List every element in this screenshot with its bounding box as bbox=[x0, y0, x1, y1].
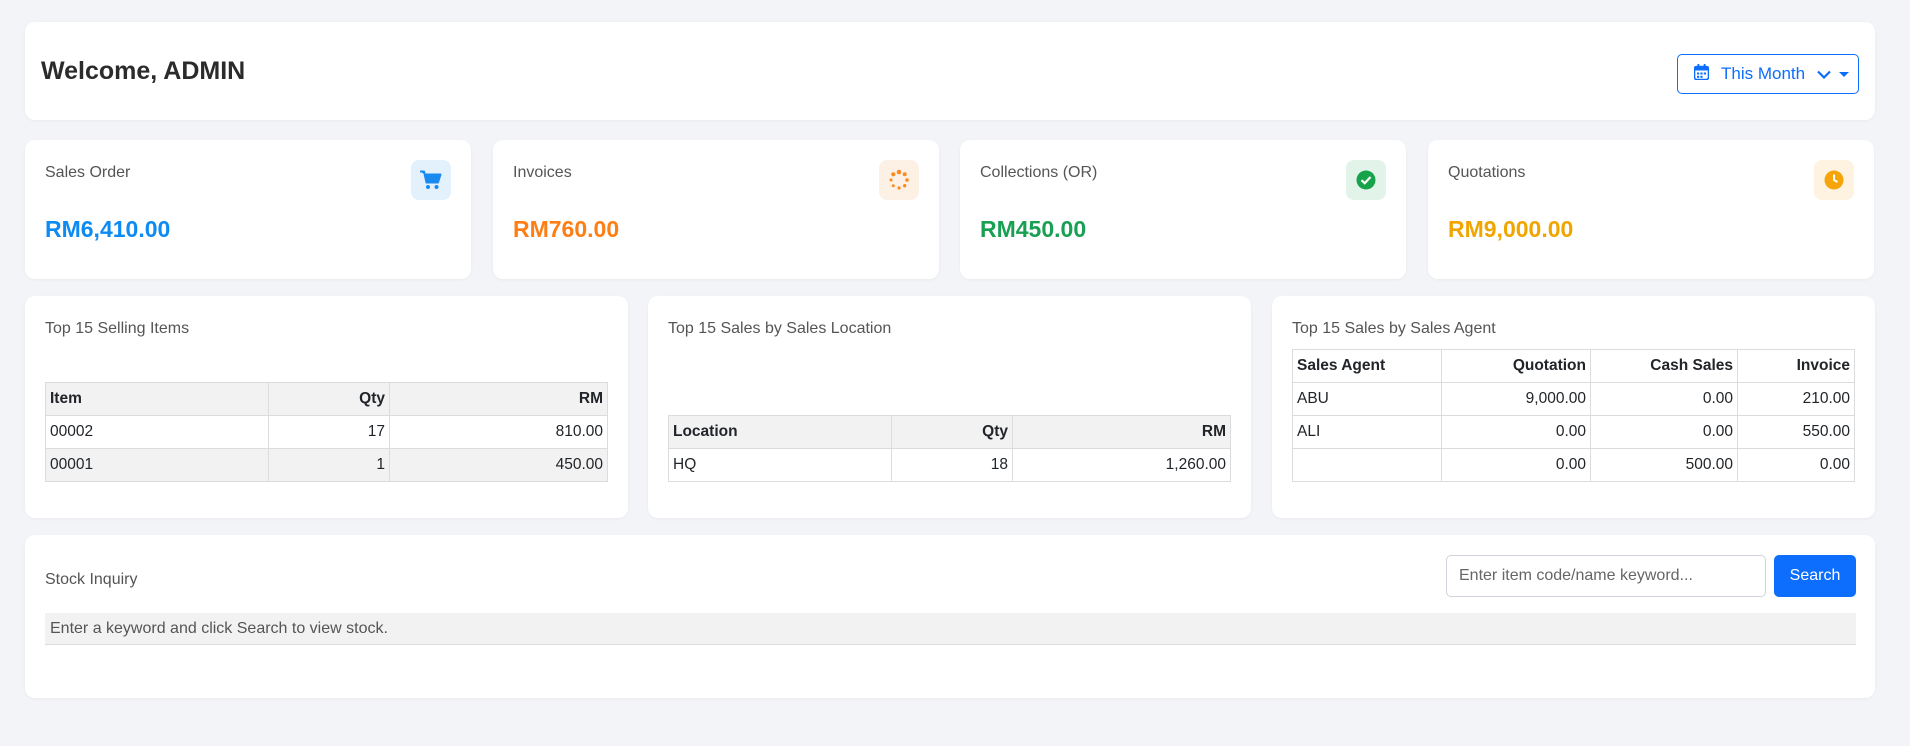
column-header: Quotation bbox=[1441, 349, 1591, 383]
check-circle-icon bbox=[1346, 160, 1386, 200]
table-cell: 450.00 bbox=[389, 448, 608, 482]
table-cell: 550.00 bbox=[1737, 415, 1855, 449]
period-dropdown[interactable]: This Month bbox=[1677, 54, 1859, 94]
table-cell: 0.00 bbox=[1441, 415, 1591, 449]
stat-label: Quotations bbox=[1448, 164, 1526, 181]
stat-label: Collections (OR) bbox=[980, 164, 1098, 181]
table-row: HQ 18 1,260.00 bbox=[668, 448, 1231, 482]
table-cell: ABU bbox=[1292, 382, 1442, 416]
table-cell: 17 bbox=[268, 415, 390, 449]
column-header: Sales Agent bbox=[1292, 349, 1442, 383]
table-cell: 0.00 bbox=[1590, 415, 1738, 449]
table-cell: 1,260.00 bbox=[1012, 448, 1231, 482]
chevron-down-icon bbox=[1817, 64, 1831, 84]
panel-title: Top 15 Sales by Sales Location bbox=[668, 320, 892, 337]
panel-title: Stock Inquiry bbox=[45, 571, 138, 588]
column-header: Item bbox=[45, 382, 269, 416]
panel-title: Top 15 Sales by Sales Agent bbox=[1292, 320, 1496, 337]
table-row: ABU 9,000.00 0.00 210.00 bbox=[1292, 382, 1855, 416]
stat-card-quotations: Quotations RM9,000.00 bbox=[1428, 140, 1874, 279]
stock-message: Enter a keyword and click Search to view… bbox=[45, 613, 1856, 645]
table-cell: ALI bbox=[1292, 415, 1442, 449]
spinner-icon bbox=[879, 160, 919, 200]
top-agents-table: Sales Agent Quotation Cash Sales Invoice… bbox=[1292, 349, 1855, 482]
stock-search-input[interactable] bbox=[1446, 555, 1766, 597]
stat-card-sales-order: Sales Order RM6,410.00 bbox=[25, 140, 471, 279]
table-row: 00001 1 450.00 bbox=[45, 448, 608, 482]
column-header: Location bbox=[668, 415, 892, 449]
welcome-header: Welcome, ADMIN This Month bbox=[25, 22, 1875, 120]
table-cell: 500.00 bbox=[1590, 448, 1738, 482]
table-cell: HQ bbox=[668, 448, 892, 482]
table-row: 00002 17 810.00 bbox=[45, 415, 608, 449]
stat-value: RM6,410.00 bbox=[45, 216, 171, 242]
table-cell: 1 bbox=[268, 448, 390, 482]
page-title: Welcome, ADMIN bbox=[41, 57, 246, 85]
top-locations-table: Location Qty RM HQ 18 1,260.00 bbox=[668, 415, 1231, 482]
table-cell bbox=[1292, 448, 1442, 482]
table-cell: 18 bbox=[891, 448, 1013, 482]
table-cell: 00001 bbox=[45, 448, 269, 482]
column-header: Cash Sales bbox=[1590, 349, 1738, 383]
column-header: RM bbox=[1012, 415, 1231, 449]
stat-card-collections: Collections (OR) RM450.00 bbox=[960, 140, 1406, 279]
stat-label: Invoices bbox=[513, 164, 572, 181]
top-items-table: Item Qty RM 00002 17 810.00 00001 1 450.… bbox=[45, 382, 608, 482]
stat-value: RM9,000.00 bbox=[1448, 216, 1574, 242]
top-sales-agent-panel: Top 15 Sales by Sales Agent Sales Agent … bbox=[1272, 296, 1875, 518]
period-label: This Month bbox=[1721, 64, 1806, 83]
calendar-icon bbox=[1693, 63, 1710, 85]
column-header: Qty bbox=[891, 415, 1013, 449]
table-cell: 9,000.00 bbox=[1441, 382, 1591, 416]
caret-down-icon bbox=[1839, 71, 1850, 77]
stat-value: RM760.00 bbox=[513, 216, 620, 242]
panel-title: Top 15 Selling Items bbox=[45, 320, 190, 337]
table-cell: 210.00 bbox=[1737, 382, 1855, 416]
stat-card-invoices: Invoices RM760.00 bbox=[493, 140, 939, 279]
top-sales-location-panel: Top 15 Sales by Sales Location Location … bbox=[648, 296, 1251, 518]
stat-value: RM450.00 bbox=[980, 216, 1087, 242]
clock-icon bbox=[1814, 160, 1854, 200]
column-header: RM bbox=[389, 382, 608, 416]
table-cell: 00002 bbox=[45, 415, 269, 449]
column-header: Qty bbox=[268, 382, 390, 416]
table-row: 0.00 500.00 0.00 bbox=[1292, 448, 1855, 482]
table-cell: 0.00 bbox=[1737, 448, 1855, 482]
column-header: Invoice bbox=[1737, 349, 1855, 383]
stat-label: Sales Order bbox=[45, 164, 131, 181]
stock-inquiry-panel: Stock Inquiry Search Enter a keyword and… bbox=[25, 535, 1875, 698]
cart-icon bbox=[411, 160, 451, 200]
table-row: ALI 0.00 0.00 550.00 bbox=[1292, 415, 1855, 449]
table-cell: 0.00 bbox=[1441, 448, 1591, 482]
table-cell: 0.00 bbox=[1590, 382, 1738, 416]
search-button[interactable]: Search bbox=[1774, 555, 1856, 597]
top-selling-items-panel: Top 15 Selling Items Item Qty RM 00002 1… bbox=[25, 296, 628, 518]
table-cell: 810.00 bbox=[389, 415, 608, 449]
